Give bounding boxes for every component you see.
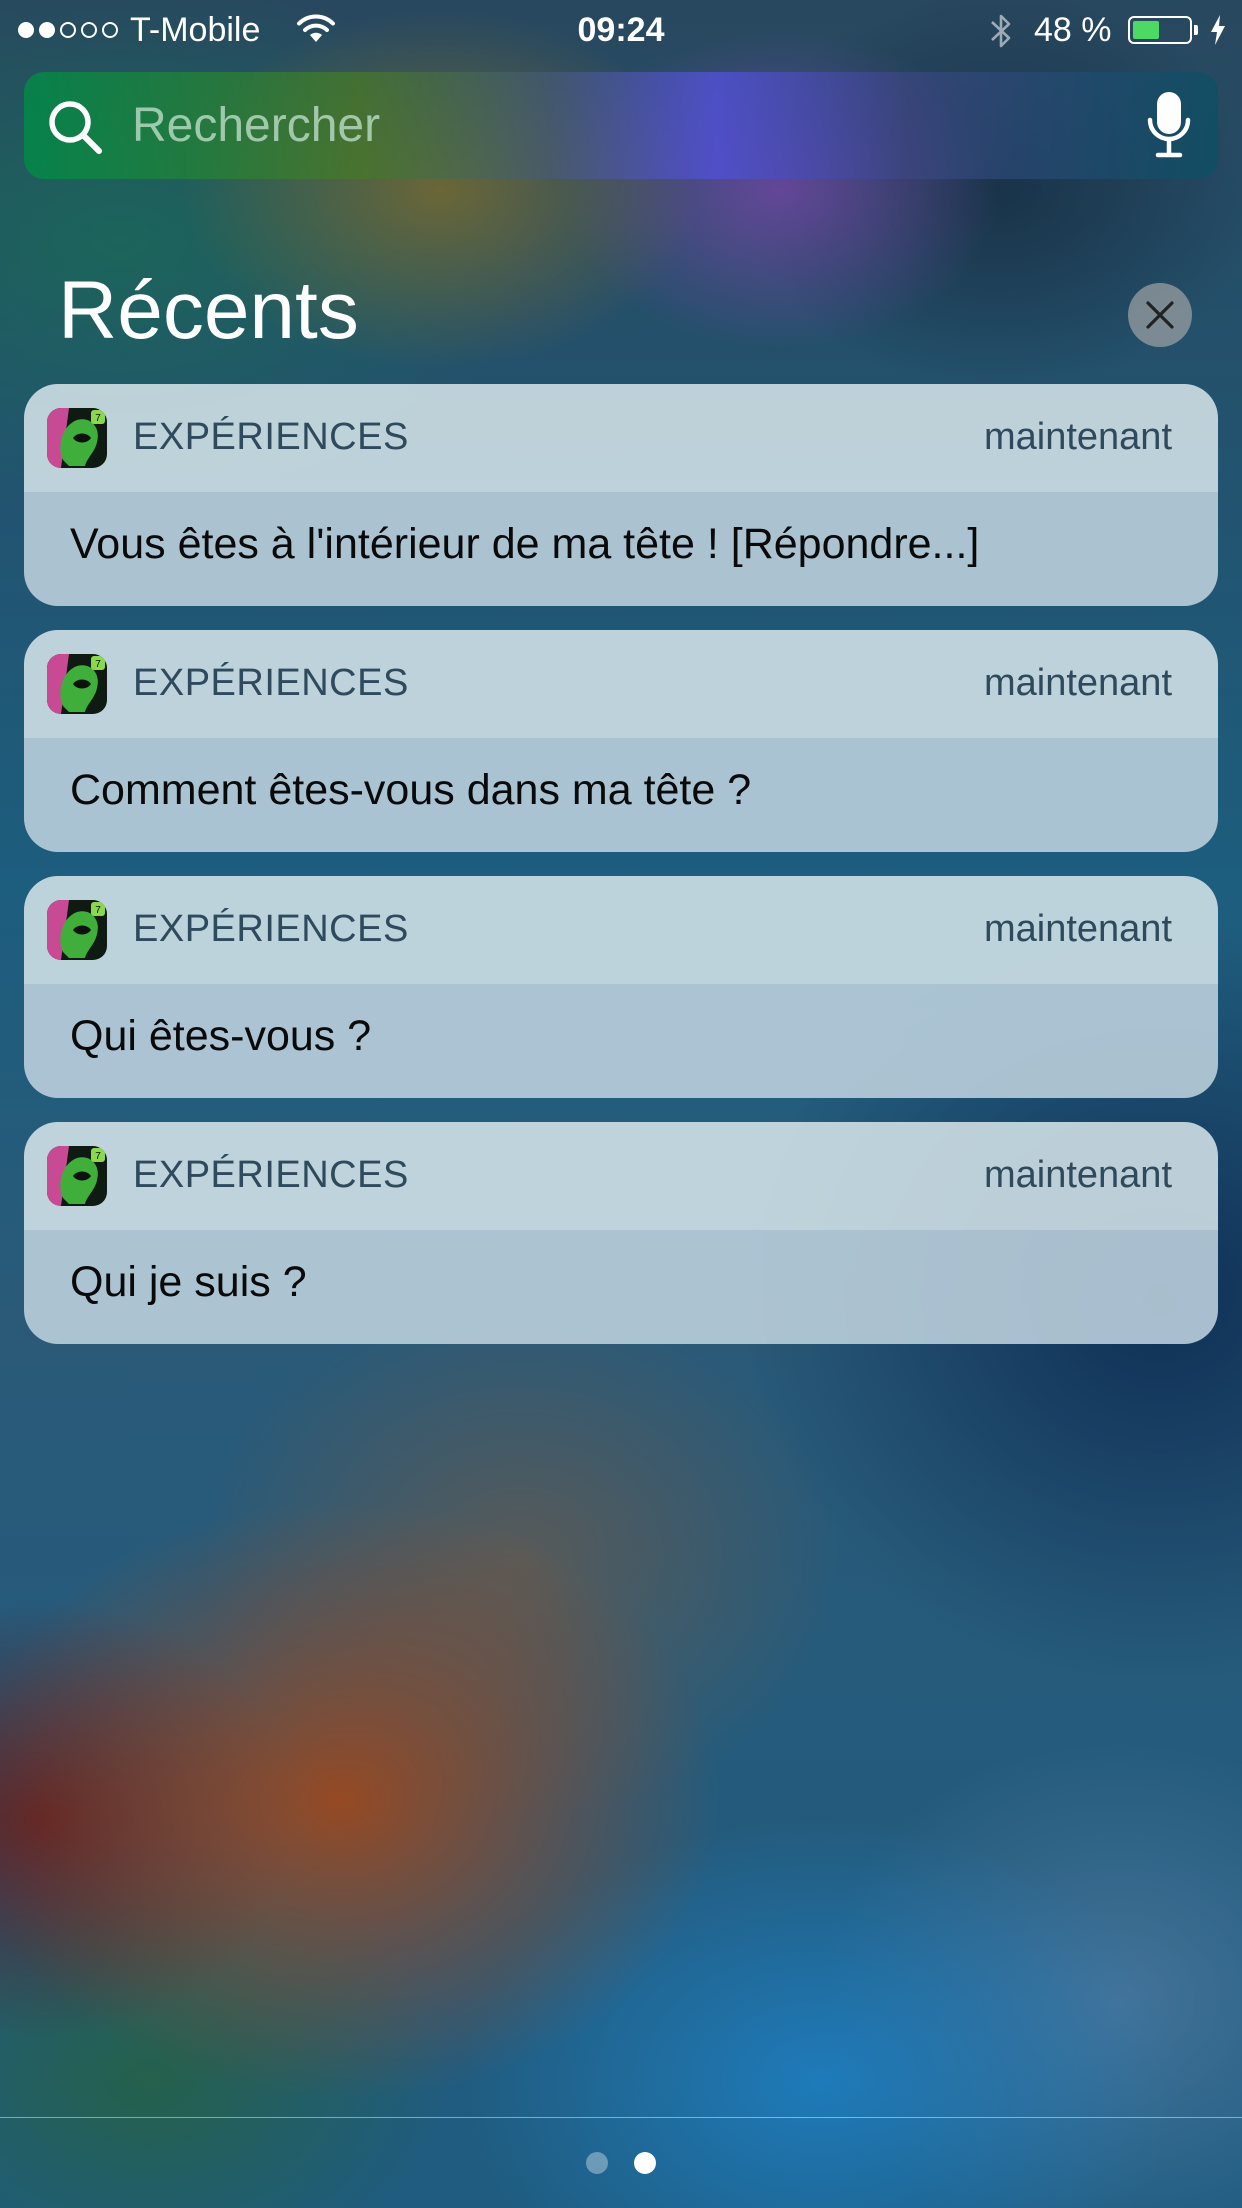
svg-text:7: 7 [95,1151,101,1162]
page-dot-active[interactable] [634,2152,656,2174]
notification-body: Qui je suis ? [24,1230,1218,1344]
notification-app-name: EXPÉRIENCES [133,908,409,950]
notification-card[interactable]: 7 EXPÉRIENCES maintenant Comment êtes-vo… [24,630,1218,852]
battery-icon [1128,16,1192,44]
app-icon: 7 [47,900,107,960]
battery-level-fill [1133,21,1159,39]
clear-recents-button[interactable] [1128,283,1192,347]
bluetooth-icon [991,14,1011,48]
app-icon: 7 [47,654,107,714]
battery-percentage: 48 % [1034,11,1112,49]
notification-card[interactable]: 7 EXPÉRIENCES maintenant Qui êtes-vous ? [24,876,1218,1098]
microphone-icon[interactable] [1146,90,1192,160]
notification-header: 7 EXPÉRIENCES maintenant [24,384,1218,492]
recents-title: Récents [58,265,359,356]
notification-card[interactable]: 7 EXPÉRIENCES maintenant Vous êtes à l'i… [24,384,1218,606]
notification-message: Qui je suis ? [70,1258,307,1306]
notification-app-name: EXPÉRIENCES [133,1154,409,1196]
notification-app-name: EXPÉRIENCES [133,416,409,458]
notification-card[interactable]: 7 EXPÉRIENCES maintenant Qui je suis ? [24,1122,1218,1344]
notification-body: Comment êtes-vous dans ma tête ? [24,738,1218,852]
notification-time: maintenant [983,662,1172,704]
charging-bolt-icon [1211,15,1225,45]
app-icon: 7 [47,1146,107,1206]
svg-text:7: 7 [95,905,101,916]
notification-message: Qui êtes-vous ? [70,1012,372,1060]
notification-header: 7 EXPÉRIENCES maintenant [24,876,1218,984]
dock-divider [0,2117,1242,2118]
notification-time: maintenant [983,908,1172,950]
battery-nub [1194,25,1198,35]
search-icon [49,101,102,154]
app-icon: 7 [47,408,107,468]
notification-header: 7 EXPÉRIENCES maintenant [24,630,1218,738]
notification-body: Qui êtes-vous ? [24,984,1218,1098]
notification-time: maintenant [983,1154,1172,1196]
search-input[interactable] [132,94,1032,156]
status-bar: T-Mobile 09:24 48 % [0,0,1242,60]
notification-message: Comment êtes-vous dans ma tête ? [70,766,752,814]
svg-text:7: 7 [95,659,101,670]
notification-body: Vous êtes à l'intérieur de ma tête ! [Ré… [24,492,1218,606]
close-icon [1146,301,1174,329]
page-indicator[interactable] [0,2152,1242,2174]
notification-time: maintenant [983,416,1172,458]
search-bar[interactable] [24,72,1218,179]
svg-text:7: 7 [95,413,101,424]
notification-app-name: EXPÉRIENCES [133,662,409,704]
notification-header: 7 EXPÉRIENCES maintenant [24,1122,1218,1230]
notification-message: Vous êtes à l'intérieur de ma tête ! [Ré… [70,520,980,568]
page-dot[interactable] [586,2152,608,2174]
